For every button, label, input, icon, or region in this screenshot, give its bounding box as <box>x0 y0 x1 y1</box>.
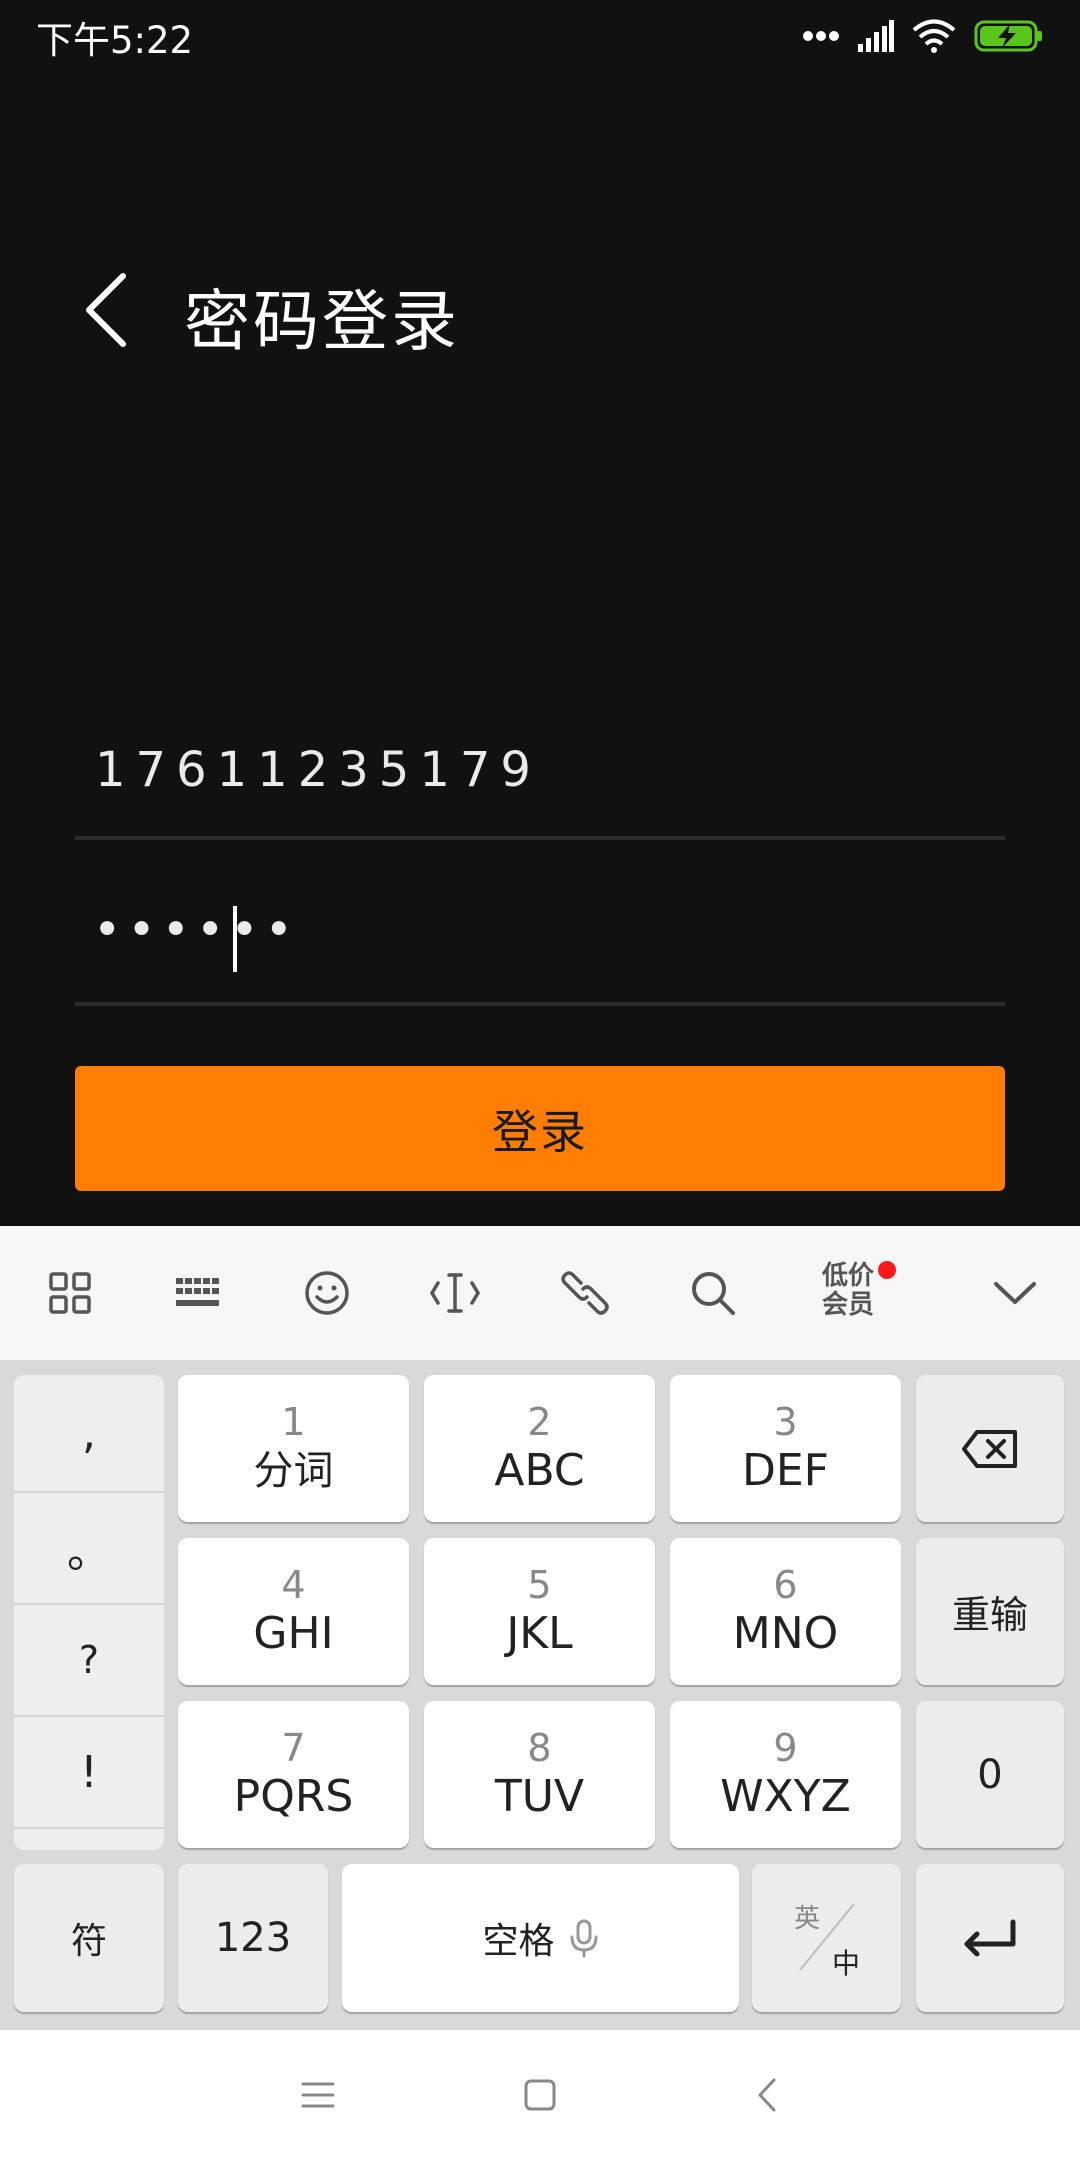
reenter-label: 重输 <box>951 1593 1028 1637</box>
key-2-number: 2 <box>527 1399 552 1444</box>
navigation-bar <box>0 2030 1080 2160</box>
page-title: 密码登录 <box>184 283 460 360</box>
phone-underline <box>75 836 1005 840</box>
home-icon <box>524 2079 556 2111</box>
vip-badge[interactable]: 低价 会员 <box>818 1262 878 1320</box>
punct-question[interactable]: ? <box>14 1605 164 1717</box>
punct-exclaim[interactable]: ! <box>14 1717 164 1829</box>
more-dots-icon <box>803 31 839 41</box>
status-bar: 下午5:22 <box>0 0 1080 70</box>
status-time: 下午5:22 <box>36 19 194 62</box>
key-7[interactable]: 7 PQRS <box>178 1701 409 1848</box>
menu-icon <box>301 2082 335 2108</box>
collapse-icon[interactable] <box>980 1258 1050 1328</box>
key-8-number: 8 <box>527 1725 552 1770</box>
key-2-letters: ABC <box>494 1444 585 1496</box>
symbols-label: 符 <box>70 1921 107 1962</box>
key-5[interactable]: 5 JKL <box>424 1538 655 1685</box>
phone-field[interactable]: 17611235179 <box>75 730 1005 840</box>
enter-key[interactable] <box>916 1864 1064 2012</box>
vip-line2: 会员 <box>821 1290 874 1320</box>
nav-back-icon <box>758 2078 776 2112</box>
key-4[interactable]: 4 GHI <box>178 1538 409 1685</box>
home-button[interactable] <box>500 2060 580 2130</box>
microphone-icon <box>570 1919 597 1958</box>
password-underline <box>75 1002 1005 1006</box>
wifi-icon <box>912 19 956 53</box>
grid-icon[interactable] <box>35 1258 105 1328</box>
password-value: •••••• <box>93 902 299 958</box>
key-1-letters: 分词 <box>253 1447 334 1494</box>
key-9-letters: WXYZ <box>720 1770 851 1822</box>
back-button[interactable] <box>70 265 140 355</box>
punctuation-column[interactable]: , 。 ? ! <box>14 1375 164 1850</box>
lang-en-label: 英 <box>794 1904 821 1934</box>
key-3-number: 3 <box>773 1399 798 1444</box>
key-2[interactable]: 2 ABC <box>424 1375 655 1522</box>
key-4-number: 4 <box>281 1562 306 1607</box>
search-icon[interactable] <box>678 1258 748 1328</box>
slash-divider <box>799 1903 855 1971</box>
battery-charging-icon <box>974 20 1042 52</box>
space-label: 空格 <box>482 1921 555 1962</box>
keyboard-icon[interactable] <box>163 1258 233 1328</box>
key-5-number: 5 <box>527 1562 552 1607</box>
password-field[interactable]: •••••• <box>75 890 1005 1006</box>
key-5-letters: JKL <box>506 1607 573 1659</box>
lang-zh-label: 中 <box>832 1947 861 1980</box>
key-8-letters: TUV <box>494 1770 585 1822</box>
key-9[interactable]: 9 WXYZ <box>670 1701 901 1848</box>
key-6-letters: MNO <box>732 1607 839 1659</box>
key-3-letters: DEF <box>742 1444 829 1496</box>
login-button[interactable]: 登录 <box>75 1066 1005 1191</box>
key-7-number: 7 <box>281 1725 306 1770</box>
symbols-key[interactable]: 符 <box>14 1864 164 2012</box>
numbers-label: 123 <box>214 1915 292 1961</box>
reenter-key[interactable]: 重输 <box>916 1538 1064 1685</box>
key-0[interactable]: 0 <box>916 1701 1064 1848</box>
vip-line1: 低价 <box>821 1261 874 1291</box>
status-icons <box>802 14 1044 58</box>
enter-icon <box>964 1919 1016 1957</box>
backspace-icon <box>962 1429 1017 1468</box>
emoji-icon[interactable] <box>292 1258 362 1328</box>
language-toggle-key[interactable]: 英 中 <box>752 1864 901 2012</box>
nav-back-button[interactable] <box>727 2060 807 2130</box>
chevron-left-icon <box>86 273 126 347</box>
phone-value: 17611235179 <box>95 742 541 798</box>
key-6[interactable]: 6 MNO <box>670 1538 901 1685</box>
keyboard-toolbar <box>0 1226 1080 1360</box>
key-7-letters: PQRS <box>233 1770 354 1822</box>
text-caret <box>233 906 237 972</box>
space-key[interactable]: 空格 <box>342 1864 739 2012</box>
key-1-number: 1 <box>281 1399 306 1444</box>
signal-icon <box>858 20 894 52</box>
key-9-number: 9 <box>773 1725 798 1770</box>
key-4-letters: GHI <box>253 1607 334 1659</box>
punct-comma[interactable]: , <box>14 1375 164 1493</box>
key-1[interactable]: 1 分词 <box>178 1375 409 1522</box>
numbers-key[interactable]: 123 <box>178 1864 328 2012</box>
backspace-key[interactable] <box>916 1375 1064 1522</box>
menu-button[interactable] <box>278 2060 358 2130</box>
key-8[interactable]: 8 TUV <box>424 1701 655 1848</box>
key-6-number: 6 <box>773 1562 798 1607</box>
cursor-icon[interactable] <box>420 1258 490 1328</box>
notification-dot <box>878 1261 896 1279</box>
key-0-label: 0 <box>977 1751 1003 1798</box>
link-icon[interactable] <box>550 1258 620 1328</box>
key-3[interactable]: 3 DEF <box>670 1375 901 1522</box>
punct-period[interactable]: 。 <box>14 1493 164 1605</box>
